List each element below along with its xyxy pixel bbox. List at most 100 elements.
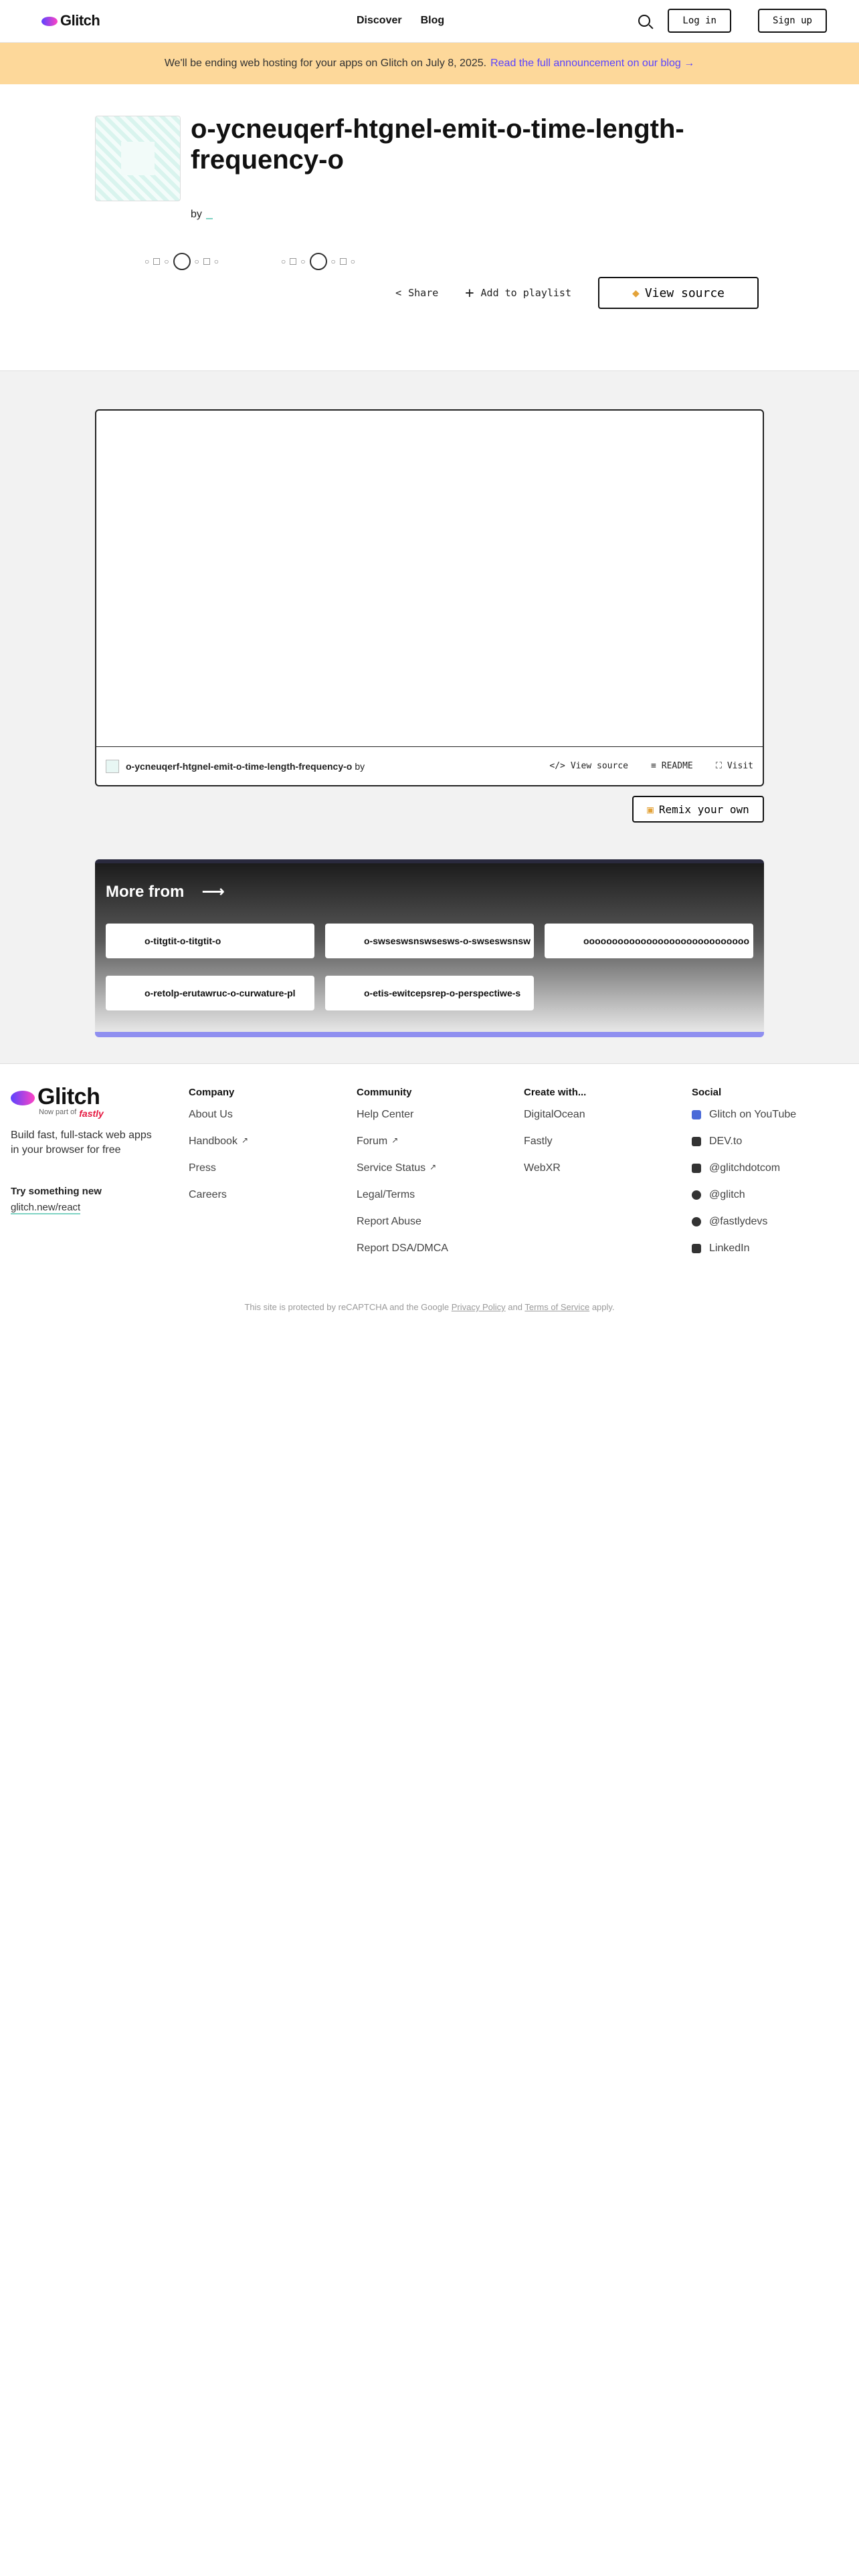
arrow-right-icon: ⟶ <box>201 883 225 901</box>
footer-link[interactable]: @glitchdotcom <box>692 1162 796 1189</box>
remix-button[interactable]: ▣ Remix your own <box>632 796 764 823</box>
link-label: Glitch on YouTube <box>709 1109 797 1120</box>
footer-logo[interactable]: Glitch <box>11 1084 100 1110</box>
link-label: Legal/Terms <box>357 1189 415 1200</box>
external-link-icon: ↗ <box>241 1136 249 1145</box>
twitter-icon <box>692 1217 701 1226</box>
footer-link[interactable]: Careers <box>189 1189 248 1216</box>
partner-prefix: Now part of <box>39 1108 77 1116</box>
project-card[interactable]: o-swseswsnswsesws-o-swseswsnsw <box>325 924 534 958</box>
fastly-logo[interactable]: fastly <box>79 1108 104 1119</box>
footer-link[interactable]: About Us <box>189 1109 248 1136</box>
project-mini-avatar <box>106 759 119 773</box>
announcement-banner: We'll be ending web hosting for your app… <box>0 43 859 84</box>
share-button[interactable]: < Share <box>395 287 438 299</box>
privacy-policy-link[interactable]: Privacy Policy <box>452 1302 506 1312</box>
view-source-button[interactable]: ◆ View source <box>598 277 759 309</box>
decoration-left: ○ ○ ○ ○ <box>145 253 219 270</box>
square-icon <box>153 258 161 265</box>
banner-link[interactable]: Read the full announcement on our blog → <box>490 58 694 70</box>
footer-community: Community Help Center Forum ↗ Service Sta… <box>357 1087 448 1269</box>
footer-link[interactable]: Fastly <box>524 1136 586 1162</box>
embed-tools: </> View source ≡ README ⛶ Visit <box>549 761 753 771</box>
share-label: Share <box>408 287 439 299</box>
embed-visit[interactable]: ⛶ Visit <box>716 761 753 771</box>
footer-link[interactable]: DEV.to <box>692 1136 796 1162</box>
add-playlist-label: Add to playlist <box>480 287 571 299</box>
project-card[interactable]: o-retolp-erutawruc-o-curwature-pl <box>106 976 314 1010</box>
login-button[interactable]: Log in <box>668 9 731 33</box>
square-icon <box>339 258 347 265</box>
embed-toolbar: o-ycneuqerf-htgnel-emit-o-time-length-fr… <box>96 746 763 785</box>
dot-icon: ○ <box>350 257 355 266</box>
community-heading: Community <box>357 1087 412 1098</box>
nav-blog[interactable]: Blog <box>421 15 445 27</box>
ring-icon <box>309 253 327 270</box>
project-card[interactable]: o-titgtit-o-titgtit-o <box>106 924 314 958</box>
list-icon: ≡ <box>650 761 656 771</box>
brand-name: Glitch <box>60 12 100 29</box>
link-label: Service Status <box>357 1162 426 1174</box>
embed-project-name[interactable]: o-ycneuqerf-htgnel-emit-o-time-length-fr… <box>126 761 352 772</box>
glitch-logo[interactable]: Glitch <box>41 12 100 29</box>
link-label: Press <box>189 1162 216 1174</box>
devto-icon <box>692 1137 701 1146</box>
terms-of-service-link[interactable]: Terms of Service <box>524 1302 589 1312</box>
recaptcha-notice: This site is protected by reCAPTCHA and … <box>0 1302 859 1312</box>
author-link[interactable] <box>205 218 213 219</box>
dot-icon: ○ <box>281 257 286 266</box>
footer-link[interactable]: @fastlydevs <box>692 1216 796 1243</box>
footer-social: Social Glitch on YouTube DEV.to @glitchd… <box>692 1087 796 1269</box>
footer-link[interactable]: Help Center <box>357 1109 448 1136</box>
youtube-icon <box>692 1110 701 1119</box>
footer-link[interactable]: Service Status ↗ <box>357 1162 448 1189</box>
footer-link[interactable]: Legal/Terms <box>357 1189 448 1216</box>
embed-view-source-label: View source <box>570 761 628 771</box>
legal-prefix: This site is protected by reCAPTCHA and … <box>244 1302 450 1312</box>
footer-link[interactable]: Forum ↗ <box>357 1136 448 1162</box>
view-source-label: View source <box>644 286 725 300</box>
link-label: LinkedIn <box>709 1243 750 1254</box>
fullscreen-icon: ⛶ <box>715 761 722 771</box>
link-label: Report DSA/DMCA <box>357 1243 448 1254</box>
link-label: WebXR <box>524 1162 561 1174</box>
footer-link[interactable]: @glitch <box>692 1189 796 1216</box>
footer-link[interactable]: DigitalOcean <box>524 1109 586 1136</box>
nav-discover[interactable]: Discover <box>357 15 402 27</box>
project-embed[interactable]: o-ycneuqerf-htgnel-emit-o-time-length-fr… <box>95 409 764 786</box>
project-avatar <box>95 116 181 201</box>
add-to-playlist-button[interactable]: + Add to playlist <box>465 285 571 302</box>
footer-link[interactable]: WebXR <box>524 1162 586 1189</box>
try-link[interactable]: glitch.new/react <box>11 1202 81 1214</box>
legal-suffix: apply. <box>591 1302 615 1312</box>
signup-button[interactable]: Sign up <box>757 9 827 33</box>
embed-readme[interactable]: ≡ README <box>651 761 693 771</box>
more-from-title[interactable]: More from ⟶ <box>106 882 225 901</box>
project-card[interactable]: o-etis-ewitcepsrep-o-perspectiwe-s <box>325 976 534 1010</box>
link-label: @fastlydevs <box>709 1216 768 1227</box>
share-icon: < <box>395 287 402 299</box>
search-icon[interactable] <box>638 15 651 27</box>
link-label: Fastly <box>524 1136 553 1147</box>
link-label: Handbook <box>189 1136 237 1147</box>
footer-link[interactable]: Press <box>189 1162 248 1189</box>
link-label: About Us <box>189 1109 233 1120</box>
embed-view-source[interactable]: </> View source <box>549 761 628 771</box>
ring-icon <box>173 253 191 270</box>
footer-link[interactable]: Report Abuse <box>357 1216 448 1243</box>
more-from-section: More from ⟶ o-titgtit-o-titgtit-o o-swse… <box>95 859 764 1037</box>
mastodon-icon <box>692 1164 701 1173</box>
project-card[interactable]: ooooooooooooooooooooooooooooo <box>545 924 753 958</box>
footer-link[interactable]: Handbook ↗ <box>189 1136 248 1162</box>
glitch-fish-icon <box>41 17 58 26</box>
footer-link[interactable]: Report DSA/DMCA <box>357 1243 448 1269</box>
link-label: @glitchdotcom <box>709 1162 781 1174</box>
footer-company: Company About Us Handbook ↗ Press Careers <box>189 1087 248 1216</box>
footer-link[interactable]: LinkedIn <box>692 1243 796 1269</box>
microphone-icon: ▣ <box>647 802 654 816</box>
dot-icon: ○ <box>164 257 169 266</box>
dot-icon: ○ <box>213 257 219 266</box>
footer-link[interactable]: Glitch on YouTube <box>692 1109 796 1136</box>
dot-icon: ○ <box>300 257 306 266</box>
more-from-label: More from <box>106 882 185 901</box>
